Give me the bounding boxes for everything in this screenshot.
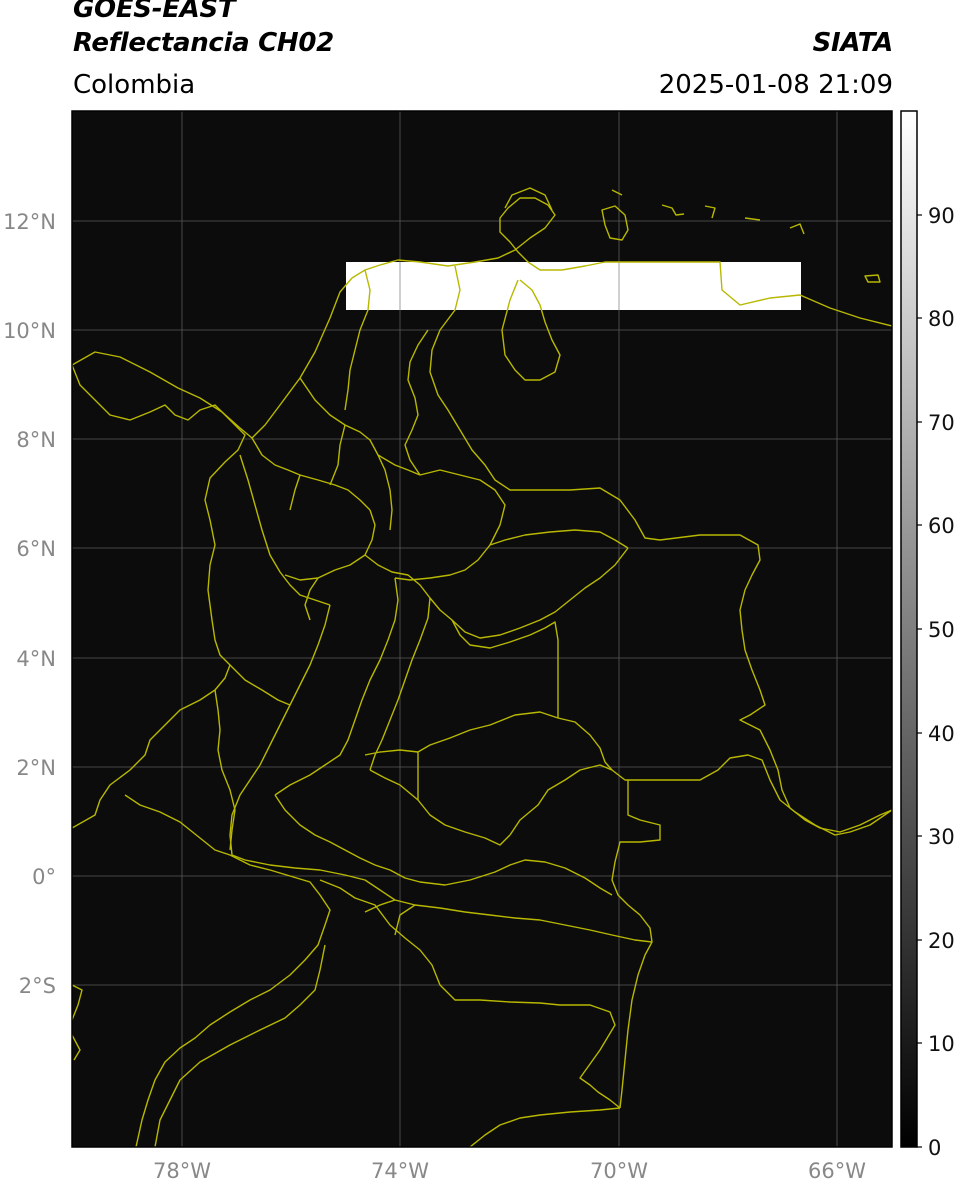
latitude-labels: 12°N 10°N 8°N 6°N 4°N 2°N 0° 2°S [3, 210, 56, 998]
colorbar-tick-50: 50 [928, 618, 955, 642]
colorbar-tick-10: 10 [928, 1032, 955, 1056]
colorbar-tick-0: 0 [928, 1136, 941, 1160]
lon-tick-70w: 70°W [590, 1159, 648, 1183]
longitude-labels: 78°W 74°W 70°W 66°W [153, 1159, 866, 1183]
lon-tick-74w: 74°W [371, 1159, 429, 1183]
lat-tick-10n: 10°N [3, 319, 56, 343]
satellite-map: 12°N 10°N 8°N 6°N 4°N 2°N 0° 2°S 78°W 74… [3, 110, 955, 1183]
lat-tick-0: 0° [32, 865, 56, 889]
lat-tick-8n: 8°N [16, 428, 56, 452]
reflectance-band [346, 262, 801, 310]
colorbar [900, 110, 918, 1148]
lat-tick-12n: 12°N [3, 210, 56, 234]
colorbar-tick-90: 90 [928, 204, 955, 228]
lon-tick-78w: 78°W [153, 1159, 211, 1183]
colorbar-tick-80: 80 [928, 307, 955, 331]
colorbar-tick-30: 30 [928, 825, 955, 849]
lat-tick-2s: 2°S [19, 974, 56, 998]
lat-tick-4n: 4°N [16, 647, 56, 671]
colorbar-tick-20: 20 [928, 929, 955, 953]
colorbar-tick-60: 60 [928, 514, 955, 538]
colorbar-labels: 0 10 20 30 40 50 60 70 80 90 [928, 204, 955, 1160]
colorbar-tick-40: 40 [928, 722, 955, 746]
colorbar-tick-70: 70 [928, 411, 955, 435]
lon-tick-66w: 66°W [808, 1159, 866, 1183]
lat-tick-6n: 6°N [16, 537, 56, 561]
lat-tick-2n: 2°N [16, 756, 56, 780]
